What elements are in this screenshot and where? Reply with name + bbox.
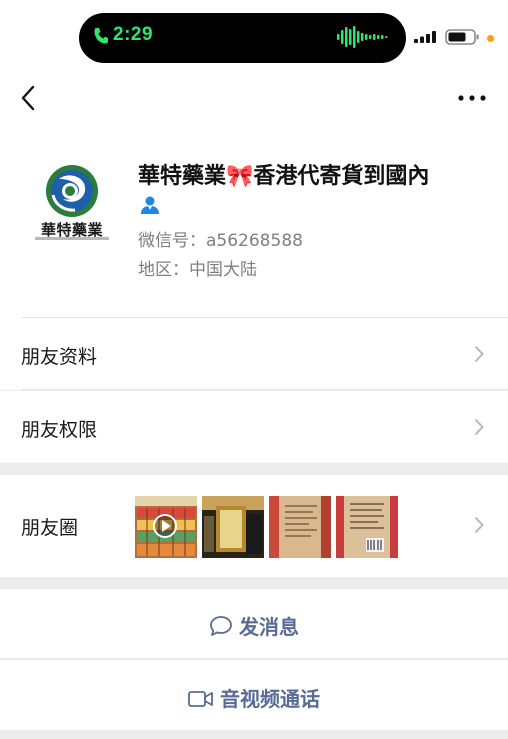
chevron-right-icon — [474, 345, 484, 363]
moments-thumbnail[interactable] — [269, 496, 331, 558]
user-profile-icon — [141, 196, 159, 214]
cellular-signal-icon — [414, 31, 436, 43]
avatar-subtext-line — [35, 237, 109, 240]
video-call-button[interactable]: 音视频通话 — [0, 660, 508, 730]
chevron-right-icon — [474, 418, 484, 436]
send-message-label: 发消息 — [239, 615, 299, 639]
video-call-label: 音视频通话 — [220, 687, 320, 711]
friend-permissions-label: 朋友权限 — [21, 419, 98, 441]
region: 地区：中国大陆 — [138, 260, 257, 280]
company-logo-icon — [46, 165, 98, 217]
video-camera-icon — [188, 691, 213, 707]
moments-thumbnail-video[interactable] — [135, 496, 197, 558]
status-time: 2:29 — [113, 24, 154, 45]
chevron-right-icon — [474, 516, 484, 534]
more-options-icon[interactable] — [456, 90, 488, 106]
friend-info-label: 朋友资料 — [21, 346, 98, 368]
phone-call-icon — [94, 28, 108, 44]
wechat-id: 微信号：a56268588 — [138, 231, 303, 251]
friend-info-row[interactable]: 朋友资料 — [0, 318, 508, 390]
battery-icon — [445, 29, 479, 45]
profile-nickname: 華特藥業🎀香港代寄貨到國內 — [138, 164, 430, 189]
privacy-indicator-dot — [487, 35, 494, 42]
video-call-content: 音视频通话 — [0, 683, 508, 712]
moments-thumbnail[interactable] — [336, 496, 398, 558]
friend-permissions-row[interactable]: 朋友权限 — [0, 391, 508, 463]
audio-wave-icon — [337, 26, 388, 48]
back-icon[interactable] — [18, 84, 40, 112]
status-bar-island: 2:29 — [79, 13, 406, 63]
chat-bubble-icon — [210, 616, 232, 636]
avatar[interactable]: 華特藥業 — [29, 161, 115, 247]
moments-thumbnail[interactable] — [202, 496, 264, 558]
profile-header: 2:29 華特藥業 華特藥業🎀香港代寄貨到國內 微信号：a56268588 地区… — [0, 0, 508, 318]
send-message-button[interactable]: 发消息 — [0, 589, 508, 659]
moments-label: 朋友圈 — [21, 517, 79, 539]
divider — [0, 658, 508, 659]
send-message-content: 发消息 — [0, 611, 508, 640]
divider — [21, 389, 508, 390]
